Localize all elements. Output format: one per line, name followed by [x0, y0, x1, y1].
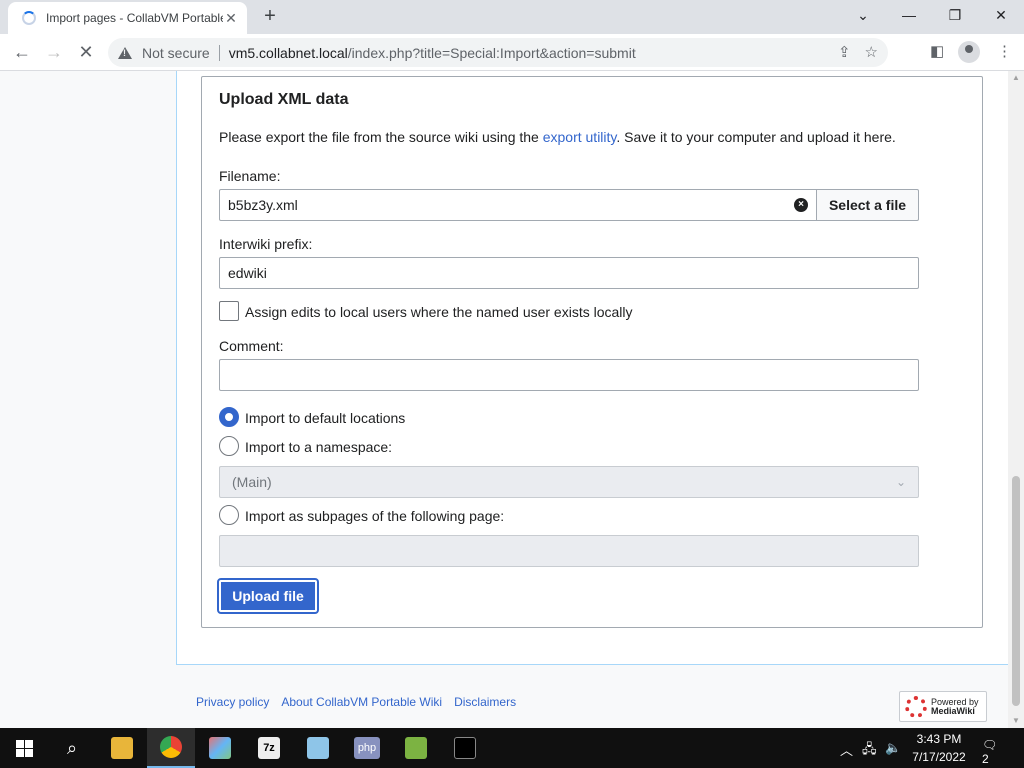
- restore-button[interactable]: ❐: [943, 5, 967, 25]
- upload-xml-fieldset: Upload XML data Please export the file f…: [201, 76, 983, 628]
- clock-date: 7/17/2022: [912, 750, 966, 764]
- omnibox-divider: [218, 44, 220, 61]
- loading-spinner-icon: [22, 11, 36, 25]
- select-file-button[interactable]: Select a file: [816, 189, 919, 221]
- clock-time: 3:43 PM: [916, 732, 962, 746]
- import-namespace-label[interactable]: Import to a namespace:: [245, 439, 392, 455]
- export-utility-link[interactable]: export utility: [543, 129, 617, 145]
- close-tab-icon[interactable]: ✕: [223, 10, 239, 27]
- import-subpages-radio[interactable]: [219, 505, 239, 525]
- clear-file-icon[interactable]: ×: [794, 198, 808, 212]
- profile-avatar-icon[interactable]: [958, 41, 980, 63]
- close-window-button[interactable]: ✕: [989, 5, 1013, 25]
- mediawiki-logo-icon: [905, 695, 927, 718]
- chevron-down-icon: ⌄: [895, 475, 906, 489]
- chrome-icon[interactable]: [147, 728, 195, 768]
- assign-edits-label[interactable]: Assign edits to local users where the na…: [245, 304, 633, 320]
- interwiki-prefix-label: Interwiki prefix:: [219, 236, 313, 252]
- import-default-radio[interactable]: [219, 407, 239, 427]
- tab-search-icon[interactable]: ⌄: [851, 5, 875, 25]
- browser-tabstrip: Import pages - CollabVM Portable ✕ + ⌄ —…: [0, 0, 1024, 34]
- import-subpages-label[interactable]: Import as subpages of the following page…: [245, 508, 504, 524]
- scroll-up-arrow-icon[interactable]: ▲: [1012, 73, 1020, 82]
- page-scrollbar[interactable]: ▲ ▼: [1008, 71, 1024, 728]
- scrollbar-thumb[interactable]: [1012, 476, 1020, 706]
- url-text[interactable]: vm5.collabnet.local/index.php?title=Spec…: [229, 45, 636, 61]
- address-bar[interactable]: Not secure vm5.collabnet.local/index.php…: [108, 38, 888, 67]
- interwiki-prefix-input[interactable]: edwiki: [219, 257, 919, 289]
- intro-text: Please export the file from the source w…: [219, 129, 896, 145]
- intro-text-before: Please export the file from the source w…: [219, 129, 543, 145]
- powered-by-text: Powered by MediaWiki: [931, 697, 979, 716]
- file-explorer-icon[interactable]: [98, 728, 146, 768]
- notification-count: 2: [982, 752, 989, 766]
- privacy-policy-link[interactable]: Privacy policy: [196, 695, 269, 709]
- url-path: /index.php?title=Special:Import&action=s…: [347, 44, 636, 61]
- url-host: vm5.collabnet.local: [228, 44, 348, 61]
- footer-links: Privacy policy About CollabVM Portable W…: [196, 695, 516, 709]
- notepadpp-icon[interactable]: [392, 728, 440, 768]
- terminal-icon[interactable]: [441, 728, 489, 768]
- notepad-icon[interactable]: [294, 728, 342, 768]
- forward-arrow-icon[interactable]: →: [42, 40, 66, 64]
- php-icon[interactable]: php: [343, 728, 391, 768]
- back-arrow-icon[interactable]: ←: [10, 40, 34, 64]
- main-content-column: Upload XML data Please export the file f…: [176, 71, 1008, 665]
- namespace-selected-value: (Main): [232, 474, 272, 490]
- tab-title: Import pages - CollabVM Portable: [46, 11, 223, 25]
- paint-icon[interactable]: [196, 728, 244, 768]
- 7zip-icon[interactable]: 7z: [245, 728, 293, 768]
- powered-line-2: MediaWiki: [931, 705, 975, 716]
- notifications-button[interactable]: 🗨 2: [982, 738, 1004, 766]
- network-icon[interactable]: 🖧: [862, 740, 877, 762]
- notification-icon: 🗨: [982, 738, 998, 752]
- windows-logo-icon: [15, 739, 33, 757]
- import-default-label[interactable]: Import to default locations: [245, 410, 405, 426]
- subpage-target-input[interactable]: [219, 535, 919, 567]
- new-tab-button[interactable]: +: [258, 4, 282, 28]
- powered-by-mediawiki-badge[interactable]: Powered by MediaWiki: [899, 691, 987, 722]
- share-icon[interactable]: ⇪: [838, 43, 851, 61]
- side-panel-icon[interactable]: ◧: [930, 42, 944, 60]
- browser-menu-icon[interactable]: ⋮: [997, 42, 1012, 60]
- filename-value: b5bz3y.xml: [228, 197, 298, 213]
- windows-taskbar: ⌕ 7z php ︿ 🖧 🔈 3:43 PM 7/17/2022 🗨 2: [0, 728, 1024, 768]
- import-namespace-radio[interactable]: [219, 436, 239, 456]
- fieldset-legend: Upload XML data: [219, 91, 349, 108]
- scroll-down-arrow-icon[interactable]: ▼: [1012, 716, 1020, 725]
- start-button[interactable]: [0, 728, 48, 768]
- comment-input[interactable]: [219, 359, 919, 391]
- filename-label: Filename:: [219, 168, 281, 184]
- bookmark-star-icon[interactable]: ☆: [865, 43, 878, 61]
- namespace-select[interactable]: (Main) ⌄: [219, 466, 919, 498]
- about-link[interactable]: About CollabVM Portable Wiki: [281, 695, 442, 709]
- omnibox-actions: ⇪ ☆: [838, 43, 878, 61]
- intro-text-after: . Save it to your computer and upload it…: [616, 129, 896, 145]
- search-icon[interactable]: ⌕: [48, 728, 96, 768]
- assign-edits-checkbox[interactable]: [219, 301, 239, 321]
- show-hidden-icons-chevron-icon[interactable]: ︿: [840, 740, 853, 759]
- page-content: Upload XML data Please export the file f…: [0, 71, 1008, 728]
- browser-tab[interactable]: Import pages - CollabVM Portable ✕: [8, 2, 247, 34]
- system-clock[interactable]: 3:43 PM 7/17/2022: [906, 730, 972, 766]
- upload-file-button[interactable]: Upload file: [217, 578, 319, 614]
- filename-input[interactable]: b5bz3y.xml ×: [219, 189, 817, 221]
- stop-loading-icon[interactable]: ✕: [74, 40, 98, 64]
- disclaimers-link[interactable]: Disclaimers: [454, 695, 516, 709]
- warning-icon[interactable]: [118, 46, 132, 59]
- minimize-button[interactable]: —: [897, 5, 921, 25]
- not-secure-label[interactable]: Not secure: [142, 45, 210, 61]
- comment-label: Comment:: [219, 338, 284, 354]
- volume-icon[interactable]: 🔈: [885, 740, 901, 756]
- browser-toolbar: ← → ✕ Not secure vm5.collabnet.local/ind…: [0, 34, 1024, 71]
